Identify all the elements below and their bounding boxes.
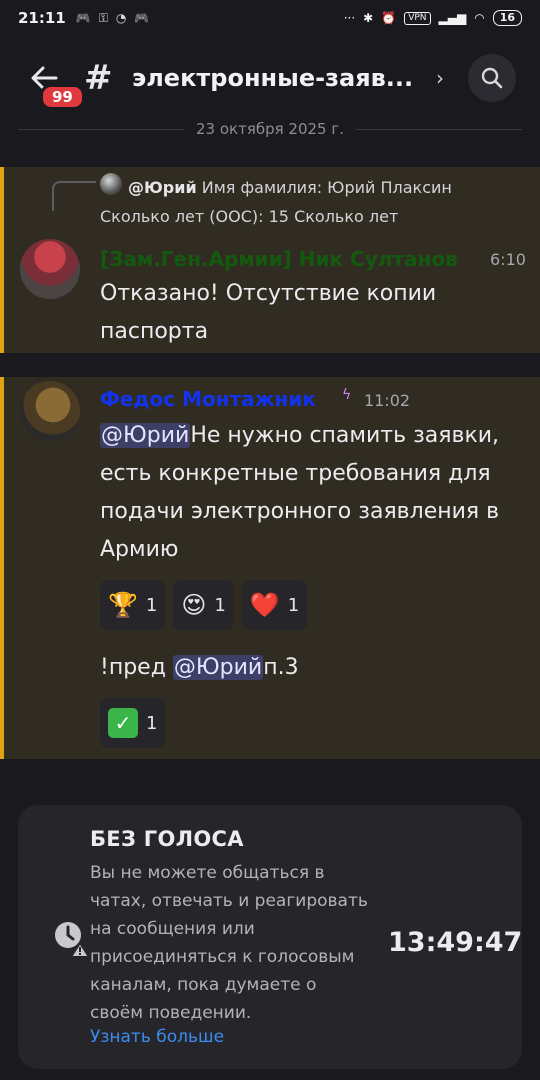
alarm-icon: ⏰ [381, 11, 397, 25]
reaction-bar: ✓ 1 [100, 698, 166, 748]
divider-line [18, 128, 184, 130]
message-highlighted[interactable]: Федос Монтажник ϟ 11:02 @ЮрийНе нужно сп… [0, 377, 540, 759]
reaction-count: 1 [287, 594, 300, 616]
date-divider: 23 октября 2025 г. [18, 116, 523, 142]
search-icon [481, 67, 503, 89]
message-highlighted[interactable]: @Юрий Имя фамилия: Юрий Плаксин Сколько … [0, 167, 540, 353]
reaction-count: 1 [145, 594, 158, 616]
reaction-bar: 🏆 1 😍 1 ❤️ 1 [100, 580, 308, 630]
channel-header: 99 # электронные-заяв... › [0, 36, 540, 120]
check-mark-icon: ✓ [108, 708, 138, 738]
reply-author: @Юрий [128, 178, 197, 197]
booster-icon: ϟ [342, 387, 352, 403]
timeout-countdown: 13:49:47 [388, 927, 523, 958]
timeout-title: БЕЗ ГОЛОСА [90, 827, 244, 851]
message-author[interactable]: Федос Монтажник [100, 387, 316, 411]
reaction-count: 1 [214, 594, 226, 616]
status-time: 21:11 [18, 9, 66, 27]
channel-title[interactable]: электронные-заяв... [132, 64, 413, 92]
date-divider-text: 23 октября 2025 г. [196, 120, 345, 138]
status-system-icons: ··· ✱ ⏰ VPN ▂▄▆ ◠ 16 [344, 10, 522, 26]
game-controller-icon: 🎮 [134, 11, 150, 25]
key-icon: ⚿ [98, 10, 108, 25]
user-mention[interactable]: @Юрий [172, 655, 264, 680]
timeout-notice: БЕЗ ГОЛОСА Вы не можете общаться в чатах… [18, 805, 522, 1069]
signal-icon: ▂▄▆ [438, 11, 467, 25]
message-timestamp: 6:10 [490, 250, 526, 269]
status-bar: 21:11 🎮 ⚿ ◔ 🎮 ··· ✱ ⏰ VPN ▂▄▆ ◠ 16 [0, 0, 540, 36]
timeout-description: Вы не можете общаться в чатах, отвечать … [90, 863, 368, 1023]
reply-preview[interactable]: @Юрий Имя фамилия: Юрий Плаксин Сколько … [100, 173, 520, 231]
hash-channel-icon: # [84, 58, 113, 98]
message-text: @ЮрийНе нужно спамить заявки, есть конкр… [100, 417, 530, 569]
message-text: Отказано! Отсутствие копии паспорта [100, 281, 437, 344]
message-author[interactable]: [Зам.Ген.Армии] Ник Султанов [100, 247, 458, 271]
heart-icon: ❤️ [249, 591, 280, 619]
search-button[interactable] [468, 54, 516, 102]
timeout-clock-icon [55, 922, 91, 958]
command-prefix: !пред [100, 655, 173, 680]
game-controller-icon: 🎮 [75, 11, 91, 25]
battery-indicator: 16 [492, 10, 522, 26]
status-overflow: ··· [343, 11, 356, 25]
command-suffix: п.3 [263, 655, 299, 680]
trophy-icon: 🏆 [108, 591, 138, 619]
avatar[interactable] [20, 239, 80, 299]
user-mention[interactable]: @Юрий [100, 423, 191, 448]
reaction-count: 1 [146, 712, 158, 734]
bluetooth-icon: ✱ [363, 11, 374, 25]
message-timestamp: 11:02 [364, 391, 411, 410]
status-notification-icons: 🎮 ⚿ ◔ 🎮 [76, 11, 150, 26]
avatar[interactable] [20, 381, 80, 441]
chevron-right-icon[interactable]: › [436, 66, 444, 90]
divider-line [356, 128, 523, 130]
reaction-heart-eyes[interactable]: 😍 1 [173, 580, 234, 630]
messenger-icon: ◔ [115, 11, 127, 25]
learn-more-link[interactable]: Узнать больше [90, 1027, 224, 1047]
unread-count-badge: 99 [40, 84, 85, 110]
reaction-trophy[interactable]: 🏆 1 [100, 580, 166, 630]
heart-eyes-icon: 😍 [181, 591, 207, 619]
vpn-badge: VPN [404, 11, 431, 25]
followup-message: !пред @Юрийп.3 [100, 649, 299, 687]
reaction-check[interactable]: ✓ 1 [100, 698, 166, 748]
wifi-icon: ◠ [474, 11, 485, 25]
reply-connector [52, 181, 96, 211]
reaction-heart[interactable]: ❤️ 1 [241, 580, 308, 630]
